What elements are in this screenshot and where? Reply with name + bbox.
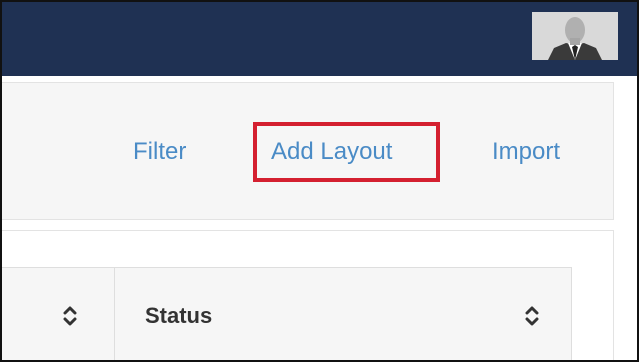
app-frame: Filter Add Layout Import Status: [0, 0, 639, 362]
user-avatar[interactable]: [532, 12, 618, 60]
column-header-status[interactable]: Status: [145, 303, 212, 329]
top-navbar: [2, 2, 637, 76]
table-header: Status: [2, 267, 572, 360]
sort-icon[interactable]: [525, 305, 539, 327]
highlight-annotation: [253, 122, 440, 182]
avatar-image: [532, 12, 618, 60]
filter-link[interactable]: Filter: [133, 138, 186, 166]
column-divider: [114, 268, 115, 360]
action-toolbar: Filter Add Layout Import: [2, 82, 614, 220]
layout-table: Status: [2, 230, 614, 360]
import-link[interactable]: Import: [492, 138, 560, 166]
sort-icon[interactable]: [63, 305, 77, 327]
